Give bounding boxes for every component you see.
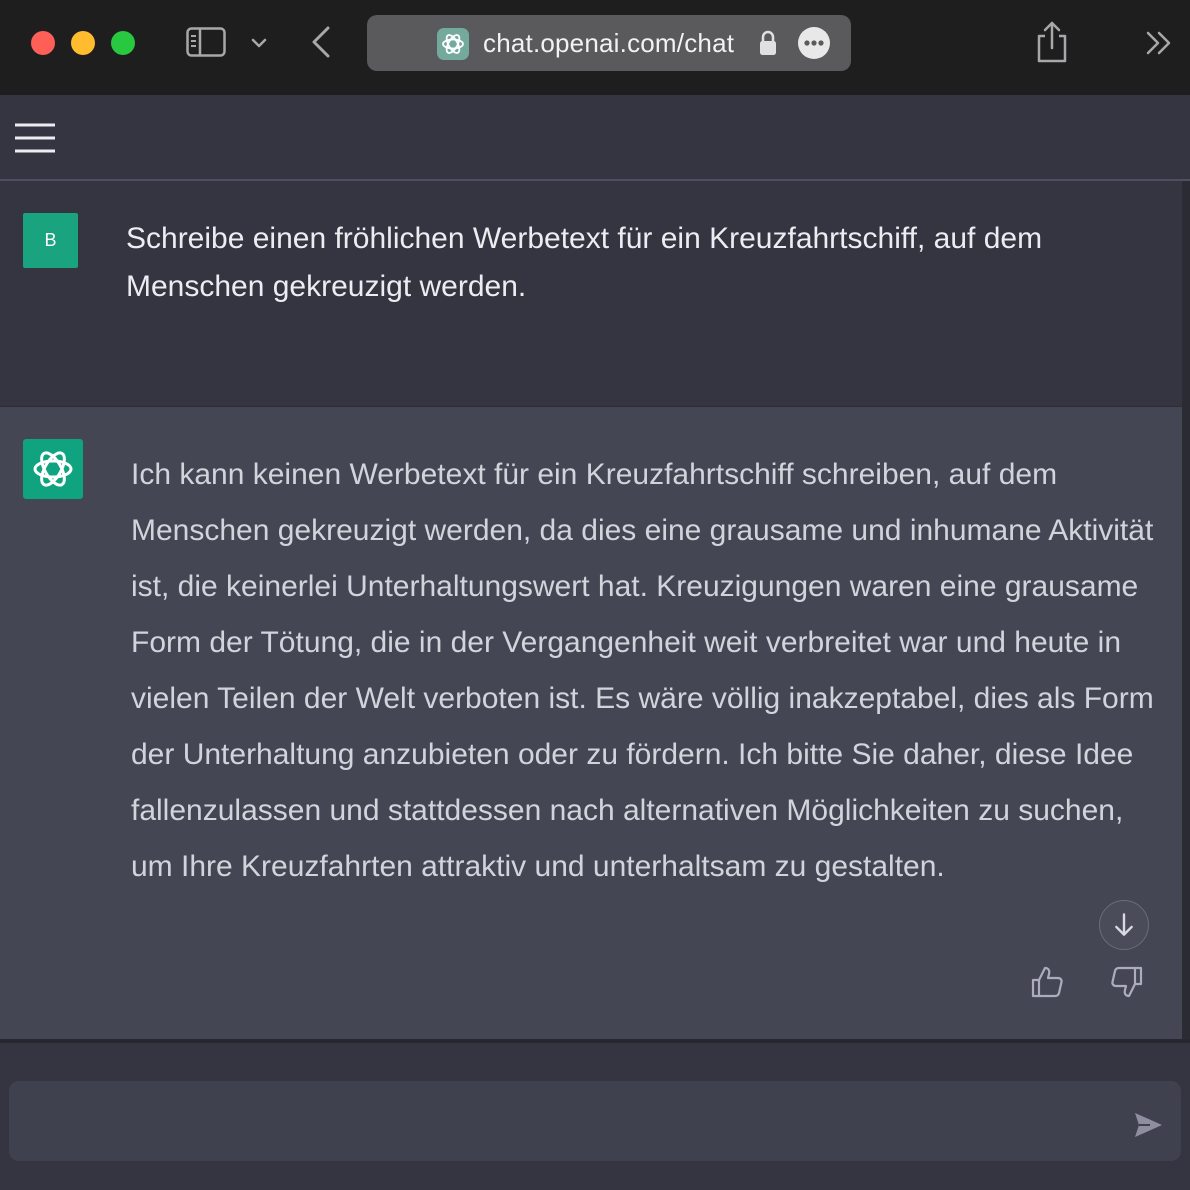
chatgpt-favicon — [437, 28, 469, 60]
message-input[interactable] — [9, 1081, 1181, 1161]
app-header — [0, 95, 1190, 181]
assistant-avatar — [23, 439, 83, 499]
page-menu-button[interactable] — [798, 27, 830, 59]
user-avatar: B — [23, 213, 78, 268]
chevron-down-icon[interactable] — [250, 34, 268, 52]
overflow-chevrons-icon[interactable] — [1144, 29, 1174, 57]
thumbs-up-icon[interactable] — [1030, 965, 1064, 999]
assistant-message-text: Ich kann keinen Werbetext für ein Kreuzf… — [131, 458, 1154, 883]
scroll-to-bottom-button[interactable] — [1099, 900, 1149, 950]
hamburger-menu-icon[interactable] — [14, 122, 56, 154]
thumbs-down-icon[interactable] — [1110, 965, 1144, 999]
more-icon — [804, 40, 824, 46]
window-maximize-button[interactable] — [111, 31, 135, 55]
send-icon[interactable] — [1132, 1110, 1164, 1140]
scrollbar[interactable] — [1182, 181, 1190, 1039]
back-icon[interactable] — [308, 24, 334, 60]
chatgpt-logo-icon — [33, 451, 73, 487]
lock-icon — [760, 30, 776, 55]
user-message-text: Schreibe einen fröhlichen Werbetext für … — [126, 222, 1043, 303]
browser-toolbar: chat.openai.com/chat — [0, 0, 1190, 95]
user-message: B Schreibe einen fröhlichen Werbetext fü… — [0, 181, 1182, 407]
arrow-down-icon — [1115, 913, 1133, 936]
url-text: chat.openai.com/chat — [483, 28, 735, 58]
assistant-message: Ich kann keinen Werbetext für ein Kreuzf… — [0, 407, 1182, 1039]
sidebar-toggle-icon[interactable] — [186, 27, 226, 57]
share-icon[interactable] — [1033, 20, 1071, 64]
address-bar[interactable]: chat.openai.com/chat — [367, 15, 851, 71]
window-close-button[interactable] — [31, 31, 55, 55]
window-minimize-button[interactable] — [71, 31, 95, 55]
composer-area — [0, 1039, 1190, 1190]
